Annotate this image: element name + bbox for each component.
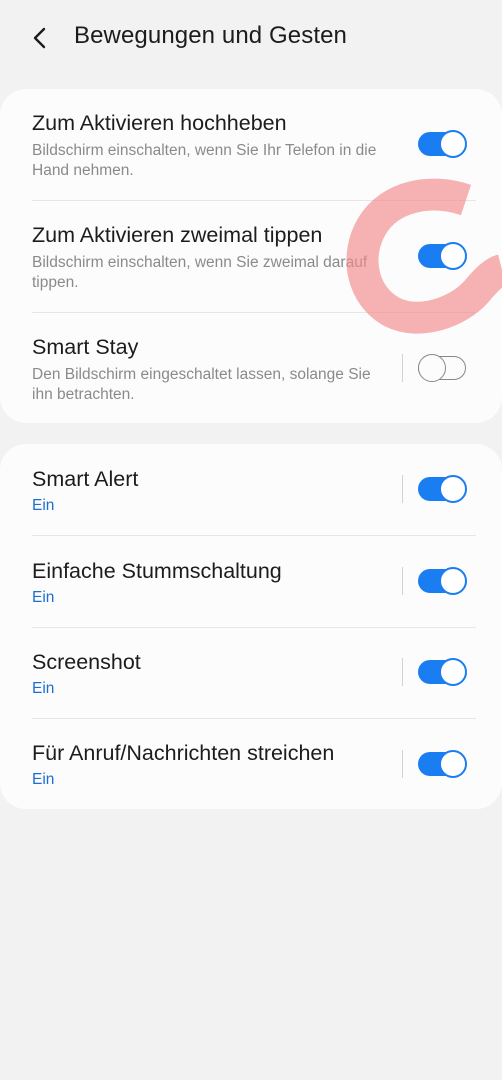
setting-description: Bildschirm einschalten, wenn Sie Ihr Tel… [32,142,377,179]
toggle-switch[interactable] [418,658,467,686]
page-title: Bewegungen und Gesten [74,22,347,49]
vertical-separator [402,750,403,778]
toggle-switch[interactable] [418,750,467,778]
setting-row-smart-stay[interactable]: Smart Stay Den Bildschirm eingeschaltet … [0,313,502,423]
setting-status: Ein [32,497,55,514]
toggle-switch[interactable] [418,567,467,595]
setting-status: Ein [32,680,55,697]
setting-row-easy-mute[interactable]: Einfache Stummschaltung Ein [0,536,502,627]
setting-title: Zum Aktivieren zweimal tippen [32,223,323,247]
setting-row-swipe-for-call-messages[interactable]: Für Anruf/Nachrichten streichen Ein [0,719,502,809]
toggle-switch[interactable] [418,354,467,382]
setting-title: Für Anruf/Nachrichten streichen [32,741,335,765]
setting-status: Ein [32,771,55,788]
setting-title: Smart Alert [32,467,139,491]
setting-title: Screenshot [32,650,141,674]
toggle-switch[interactable] [418,475,467,503]
app-header: Bewegungen und Gesten [0,0,502,78]
setting-row-lift-to-wake[interactable]: Zum Aktivieren hochheben Bildschirm eins… [0,89,502,200]
vertical-separator [402,658,403,686]
vertical-separator [402,567,403,595]
toggle-switch[interactable] [418,242,467,270]
vertical-separator [402,354,403,382]
setting-description: Den Bildschirm eingeschaltet lassen, sol… [32,366,371,403]
motion-settings-card: Zum Aktivieren hochheben Bildschirm eins… [0,89,502,423]
setting-title: Einfache Stummschaltung [32,559,282,583]
setting-title: Smart Stay [32,335,139,359]
advanced-features-card: Smart Alert Ein Einfache Stummschaltung … [0,444,502,809]
vertical-separator [402,475,403,503]
toggle-switch[interactable] [418,130,467,158]
setting-row-smart-alert[interactable]: Smart Alert Ein [0,444,502,535]
setting-row-screenshot[interactable]: Screenshot Ein [0,628,502,719]
setting-description: Bildschirm einschalten, wenn Sie zweimal… [32,254,368,291]
setting-status: Ein [32,589,55,606]
chevron-left-icon [33,27,46,49]
back-button[interactable] [22,20,62,56]
setting-title: Zum Aktivieren hochheben [32,111,287,135]
setting-row-double-tap-to-wake[interactable]: Zum Aktivieren zweimal tippen Bildschirm… [0,201,502,312]
